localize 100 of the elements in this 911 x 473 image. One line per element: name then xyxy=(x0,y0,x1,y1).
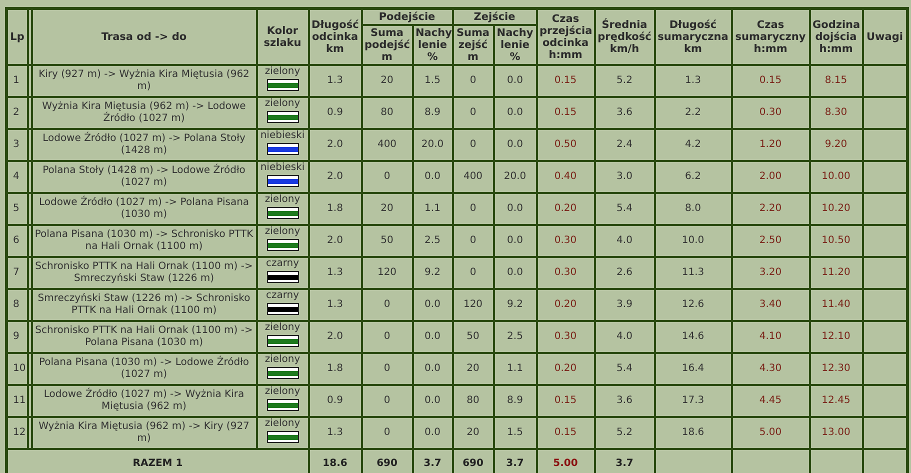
table-cell: Wyżnia Kira Miętusia (962 m) -> Kiry (927 m) xyxy=(32,416,256,448)
table-cell: 0.20 xyxy=(536,352,594,384)
table-cell: 0.9 xyxy=(308,384,362,416)
table-cell: 0.0 xyxy=(494,256,536,288)
trail-color-label: zielony xyxy=(264,418,300,430)
table-cell: 3.9 xyxy=(594,288,654,320)
table-cell: 50 xyxy=(362,224,412,256)
trail-color-label: zielony xyxy=(264,226,300,238)
table-cell: 12.30 xyxy=(810,352,862,384)
table-cell: 17.3 xyxy=(654,384,732,416)
table-cell: 0 xyxy=(452,192,494,224)
table-cell: 0.0 xyxy=(412,416,452,448)
table-cell: 1 xyxy=(6,64,28,96)
table-cell: 4 xyxy=(6,160,28,192)
table-cell: 4.10 xyxy=(732,320,810,352)
column-header: Suma zejść m xyxy=(452,24,494,64)
table-cell: 1.3 xyxy=(308,288,362,320)
table-cell: 2.2 xyxy=(654,96,732,128)
table-cell: 5 xyxy=(6,192,28,224)
table-cell: 0.0 xyxy=(494,128,536,160)
table-cell: 0.0 xyxy=(494,96,536,128)
table-cell: 0.0 xyxy=(494,192,536,224)
table-cell: 0.0 xyxy=(494,64,536,96)
table-cell: 4.2 xyxy=(654,128,732,160)
table-cell: 0 xyxy=(452,96,494,128)
table-cell: 0 xyxy=(362,352,412,384)
table-cell: 0.0 xyxy=(412,320,452,352)
table-cell: 3.20 xyxy=(732,256,810,288)
table-cell: 0.30 xyxy=(732,96,810,128)
table-cell: 1.5 xyxy=(412,64,452,96)
column-header: Kolor szlaku xyxy=(256,8,308,64)
table-cell: 2 xyxy=(6,96,28,128)
trail-color-label: zielony xyxy=(264,98,300,110)
table-cell: 0.20 xyxy=(536,288,594,320)
table-cell: 2.0 xyxy=(308,320,362,352)
column-header: Długość sumaryczna km xyxy=(654,8,732,64)
column-header: Średnia prędkość km/h xyxy=(594,8,654,64)
table-cell: 8.9 xyxy=(412,96,452,128)
table-cell: 11 xyxy=(6,384,28,416)
table-cell: 1.1 xyxy=(412,192,452,224)
table-cell: 2.0 xyxy=(308,224,362,256)
table-cell: 0 xyxy=(452,224,494,256)
table-cell: Wyżnia Kira Miętusia (962 m) -> Lodowe Źródło (1027 m) xyxy=(32,96,256,128)
trail-color-label: niebieski xyxy=(260,130,305,142)
table-cell: 6.2 xyxy=(654,160,732,192)
table-cell: 12 xyxy=(6,416,28,448)
table-cell: 10.0 xyxy=(654,224,732,256)
table-cell: 1.8 xyxy=(308,352,362,384)
table-cell: 12.6 xyxy=(654,288,732,320)
table-cell: 1.20 xyxy=(732,128,810,160)
table-cell: 7 xyxy=(6,256,28,288)
trail-color-label: czarny xyxy=(266,290,300,302)
table-cell: 80 xyxy=(362,96,412,128)
table-cell: 4.0 xyxy=(594,320,654,352)
table-cell: 0.0 xyxy=(412,384,452,416)
table-cell: Smreczyński Staw (1226 m) -> Schronisko PTTK na Hali Ornak (1100 m) xyxy=(32,288,256,320)
table-cell: 0.15 xyxy=(536,384,594,416)
table-cell: 2.0 xyxy=(308,160,362,192)
table-cell: 0 xyxy=(452,128,494,160)
table-cell: 0 xyxy=(362,320,412,352)
table-cell: 0 xyxy=(452,64,494,96)
table-cell: 0.9 xyxy=(308,96,362,128)
column-header: Czas sumaryczny h:mm xyxy=(732,8,810,64)
table-cell: 0.0 xyxy=(412,288,452,320)
table-cell: 20 xyxy=(452,416,494,448)
table-cell: 1.3 xyxy=(654,64,732,96)
column-header: Długość odcinka km xyxy=(308,8,362,64)
table-cell: 2.6 xyxy=(594,256,654,288)
table-cell: 14.6 xyxy=(654,320,732,352)
table-cell: 0.15 xyxy=(536,96,594,128)
table-cell: 400 xyxy=(452,160,494,192)
table-cell: 120 xyxy=(452,288,494,320)
table-cell: 0.30 xyxy=(536,320,594,352)
table-cell: 0.20 xyxy=(536,192,594,224)
column-header: Lp xyxy=(6,8,28,64)
table-cell: 9.2 xyxy=(412,256,452,288)
trail-color-label: zielony xyxy=(264,66,300,78)
table-cell: 18.6 xyxy=(654,416,732,448)
column-header: Suma podejść m xyxy=(362,24,412,64)
table-cell: 0.30 xyxy=(536,224,594,256)
trail-color-label: zielony xyxy=(264,354,300,366)
table-cell: 3.40 xyxy=(732,288,810,320)
trail-color-label: niebieski xyxy=(260,162,305,174)
table-cell: 5.2 xyxy=(594,64,654,96)
table-cell: 5.4 xyxy=(594,192,654,224)
table-cell: 2.4 xyxy=(594,128,654,160)
table-cell: 20 xyxy=(362,64,412,96)
table-cell: 8.15 xyxy=(810,64,862,96)
table-cell: Schronisko PTTK na Hali Ornak (1100 m) -> Polana Pisana (1030 m) xyxy=(32,320,256,352)
table-cell: 2.0 xyxy=(308,128,362,160)
column-group-header: Podejście xyxy=(362,8,452,24)
table-cell: 6 xyxy=(6,224,28,256)
table-cell: 0 xyxy=(362,288,412,320)
table-cell: 0 xyxy=(362,384,412,416)
table-cell: 1.3 xyxy=(308,64,362,96)
table-cell: 3 xyxy=(6,128,28,160)
trail-color-label: czarny xyxy=(266,258,300,270)
table-cell: Lodowe Źródło (1027 m) -> Polana Pisana (1030 m) xyxy=(32,192,256,224)
table-cell: 10.00 xyxy=(810,160,862,192)
table-cell: 5.2 xyxy=(594,416,654,448)
